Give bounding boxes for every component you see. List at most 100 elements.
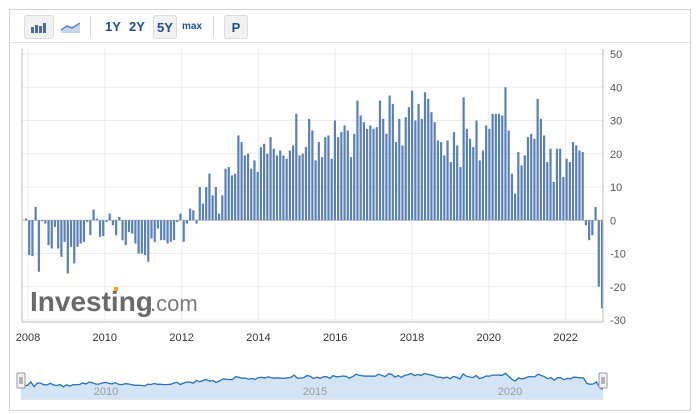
- bar: [517, 152, 520, 221]
- bar: [346, 130, 349, 221]
- bar: [69, 220, 73, 247]
- bar: [53, 220, 57, 227]
- bar: [179, 213, 182, 221]
- bar: [266, 153, 269, 221]
- bar: [301, 153, 304, 221]
- x-tick-label: 2012: [169, 332, 193, 344]
- bar: [269, 137, 272, 221]
- x-tick-label: 2022: [553, 332, 577, 344]
- bar: [86, 220, 89, 222]
- bar: [205, 187, 208, 221]
- bar: [333, 120, 337, 221]
- bar: [189, 208, 192, 221]
- bar: [47, 220, 50, 246]
- bar: [89, 220, 92, 236]
- bar: [76, 220, 79, 247]
- bar: [385, 133, 388, 221]
- bar: [63, 220, 66, 242]
- bar: [378, 100, 382, 221]
- bar: [221, 195, 224, 221]
- bar: [66, 220, 69, 274]
- bar: [427, 98, 430, 221]
- navigator-right-handle[interactable]: [598, 372, 608, 389]
- bar: [423, 92, 427, 221]
- bar: [311, 130, 314, 221]
- bar: [198, 187, 201, 221]
- navigator-left-handle[interactable]: [16, 372, 26, 389]
- bar: [510, 173, 513, 221]
- y-tick-label: -20: [610, 282, 626, 294]
- bar: [568, 162, 571, 221]
- bar: [446, 140, 449, 221]
- bar: [92, 209, 95, 221]
- bar: [108, 213, 111, 221]
- x-tick-label: 2010: [93, 332, 117, 344]
- bar: [111, 220, 114, 226]
- bar: [285, 158, 288, 221]
- bar: [82, 220, 86, 242]
- bar: [234, 173, 237, 221]
- bar: [95, 218, 98, 221]
- bar: [253, 160, 256, 221]
- bar: [459, 167, 462, 221]
- bar: [594, 206, 597, 221]
- bar: [488, 128, 491, 221]
- x-tick-label: 2016: [323, 332, 347, 344]
- bar: [491, 113, 494, 221]
- y-tick-label: 30: [610, 116, 622, 128]
- bar: [237, 135, 240, 221]
- bar: [433, 122, 436, 221]
- bar: [308, 118, 311, 221]
- bar: [195, 220, 198, 224]
- bar: [259, 147, 263, 221]
- bar: [597, 220, 600, 287]
- navigator-year-label: 2015: [303, 386, 327, 398]
- bar: [449, 162, 452, 221]
- bar: [137, 220, 140, 254]
- bar: [507, 130, 510, 221]
- bar: [407, 107, 411, 221]
- bar: [295, 113, 298, 221]
- bar: [565, 158, 568, 221]
- bar: [208, 173, 211, 221]
- bar: [279, 150, 282, 221]
- bar: [127, 220, 131, 232]
- y-tick-label: 20: [610, 149, 622, 161]
- bar: [147, 220, 150, 262]
- bar: [462, 97, 465, 221]
- bar: [359, 115, 362, 221]
- bar: [140, 220, 143, 254]
- navigator-year-label: 2020: [498, 386, 522, 398]
- bar: [514, 193, 517, 221]
- bar: [118, 216, 121, 221]
- bar: [485, 125, 488, 221]
- bar: [456, 145, 459, 221]
- bar: [31, 220, 34, 257]
- bar: [102, 220, 105, 237]
- bar: [343, 125, 346, 221]
- bar: [497, 113, 501, 221]
- bar: [153, 220, 156, 242]
- bar: [330, 158, 333, 221]
- bar: [327, 135, 330, 221]
- bar: [282, 155, 285, 221]
- bar: [34, 206, 37, 221]
- bar: [581, 152, 584, 221]
- bar: [472, 147, 475, 221]
- bar: [391, 103, 394, 221]
- y-tick-label: -10: [610, 249, 626, 261]
- bar: [182, 220, 185, 242]
- bar: [304, 147, 308, 221]
- bar: [520, 165, 523, 221]
- bar: [523, 155, 526, 221]
- bar: [291, 145, 295, 221]
- bar: [436, 140, 439, 221]
- bar: [172, 220, 176, 241]
- bar: [559, 148, 562, 221]
- y-tick-label: 10: [610, 182, 622, 194]
- bar: [246, 153, 250, 221]
- bar: [588, 220, 591, 241]
- bar: [314, 160, 317, 221]
- bar: [28, 220, 31, 256]
- bar: [504, 87, 507, 221]
